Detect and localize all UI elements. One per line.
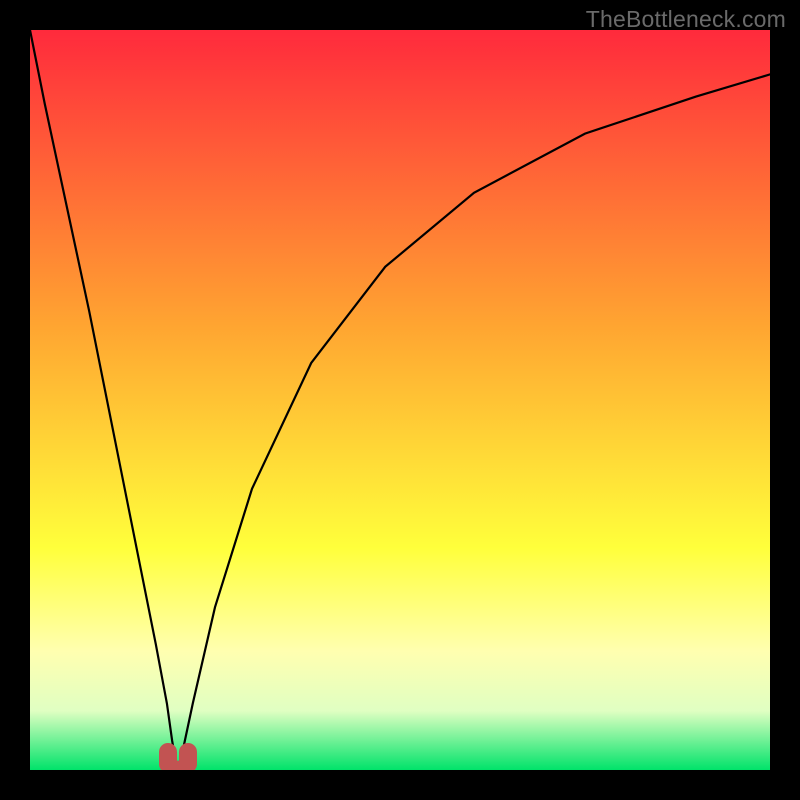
plot-area <box>30 30 770 770</box>
watermark-text: TheBottleneck.com <box>586 6 786 33</box>
bottleneck-curve <box>30 30 770 770</box>
chart-frame: TheBottleneck.com <box>0 0 800 800</box>
